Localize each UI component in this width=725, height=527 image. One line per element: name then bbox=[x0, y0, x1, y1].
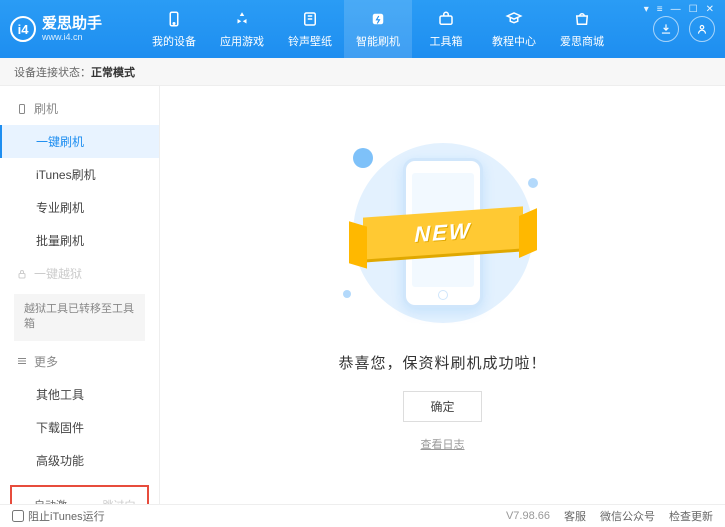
status-label: 设备连接状态： bbox=[14, 64, 91, 80]
toolbox-icon bbox=[436, 9, 456, 29]
nav-apps[interactable]: 应用游戏 bbox=[208, 0, 276, 58]
success-illustration: NEW bbox=[343, 138, 543, 328]
footer-support[interactable]: 客服 bbox=[564, 508, 586, 524]
close-icon[interactable]: ✕ bbox=[703, 4, 717, 15]
checkbox-auto-activate[interactable]: 自动激活 bbox=[18, 497, 73, 504]
phone-icon bbox=[16, 103, 28, 115]
maximize-icon[interactable]: ☐ bbox=[686, 4, 701, 15]
flash-icon bbox=[368, 9, 388, 29]
nav-my-device[interactable]: 我的设备 bbox=[140, 0, 208, 58]
logo: i4 爱思助手 www.i4.cn bbox=[10, 16, 140, 43]
menu-icon bbox=[16, 355, 28, 367]
main-content: NEW 恭喜您，保资料刷机成功啦！ 确定 查看日志 bbox=[160, 86, 725, 504]
logo-icon: i4 bbox=[10, 16, 36, 42]
status-bar: 设备连接状态： 正常模式 bbox=[0, 58, 725, 86]
menu-icon[interactable]: ▾ bbox=[641, 4, 652, 15]
status-value: 正常模式 bbox=[91, 64, 135, 80]
options-highlighted-box: 自动激活 跳过向导 bbox=[10, 485, 149, 504]
sidebar: 刷机 一键刷机 iTunes刷机 专业刷机 批量刷机 一键越狱 越狱工具已转移至… bbox=[0, 86, 160, 504]
checkbox-skip-guide[interactable]: 跳过向导 bbox=[87, 497, 142, 504]
tutorial-icon bbox=[504, 9, 524, 29]
version-label: V7.98.66 bbox=[506, 510, 550, 522]
sidebar-item-oneclick-flash[interactable]: 一键刷机 bbox=[0, 125, 159, 158]
download-button[interactable] bbox=[653, 16, 679, 42]
ringtone-icon bbox=[300, 9, 320, 29]
device-icon bbox=[164, 9, 184, 29]
sidebar-item-advanced[interactable]: 高级功能 bbox=[0, 444, 159, 477]
footer-update[interactable]: 检查更新 bbox=[669, 508, 713, 524]
ok-button[interactable]: 确定 bbox=[403, 391, 481, 422]
sidebar-item-download-firmware[interactable]: 下载固件 bbox=[0, 411, 159, 444]
sidebar-group-more[interactable]: 更多 bbox=[0, 345, 159, 378]
header-right bbox=[653, 16, 715, 42]
footer: 阻止iTunes运行 V7.98.66 客服 微信公众号 检查更新 bbox=[0, 504, 725, 527]
window-controls: ▾ ≡ — ☐ ✕ bbox=[641, 4, 717, 15]
lock-icon bbox=[16, 268, 28, 280]
apps-icon bbox=[232, 9, 252, 29]
nav-flash[interactable]: 智能刷机 bbox=[344, 0, 412, 58]
logo-subtitle: www.i4.cn bbox=[42, 32, 102, 42]
minimize-icon[interactable]: — bbox=[668, 4, 684, 15]
nav-toolbox[interactable]: 工具箱 bbox=[412, 0, 480, 58]
logo-text: 爱思助手 bbox=[42, 16, 102, 33]
user-button[interactable] bbox=[689, 16, 715, 42]
sidebar-group-jailbreak: 一键越狱 bbox=[0, 257, 159, 290]
sidebar-item-other-tools[interactable]: 其他工具 bbox=[0, 378, 159, 411]
main-nav: 我的设备 应用游戏 铃声壁纸 智能刷机 工具箱 教程中心 爱思商城 bbox=[140, 0, 653, 58]
view-log-link[interactable]: 查看日志 bbox=[421, 436, 465, 452]
jailbreak-note: 越狱工具已转移至工具箱 bbox=[14, 294, 145, 341]
sidebar-item-pro-flash[interactable]: 专业刷机 bbox=[0, 191, 159, 224]
app-header: ▾ ≡ — ☐ ✕ i4 爱思助手 www.i4.cn 我的设备 应用游戏 铃声… bbox=[0, 0, 725, 58]
nav-shop[interactable]: 爱思商城 bbox=[548, 0, 616, 58]
sidebar-item-itunes-flash[interactable]: iTunes刷机 bbox=[0, 158, 159, 191]
settings-icon[interactable]: ≡ bbox=[654, 4, 666, 15]
sidebar-group-flash[interactable]: 刷机 bbox=[0, 92, 159, 125]
sidebar-item-batch-flash[interactable]: 批量刷机 bbox=[0, 224, 159, 257]
shop-icon bbox=[572, 9, 592, 29]
success-message: 恭喜您，保资料刷机成功啦！ bbox=[338, 352, 546, 373]
checkbox-block-itunes[interactable]: 阻止iTunes运行 bbox=[12, 508, 105, 524]
nav-ringtone[interactable]: 铃声壁纸 bbox=[276, 0, 344, 58]
footer-wechat[interactable]: 微信公众号 bbox=[600, 508, 655, 524]
nav-tutorial[interactable]: 教程中心 bbox=[480, 0, 548, 58]
